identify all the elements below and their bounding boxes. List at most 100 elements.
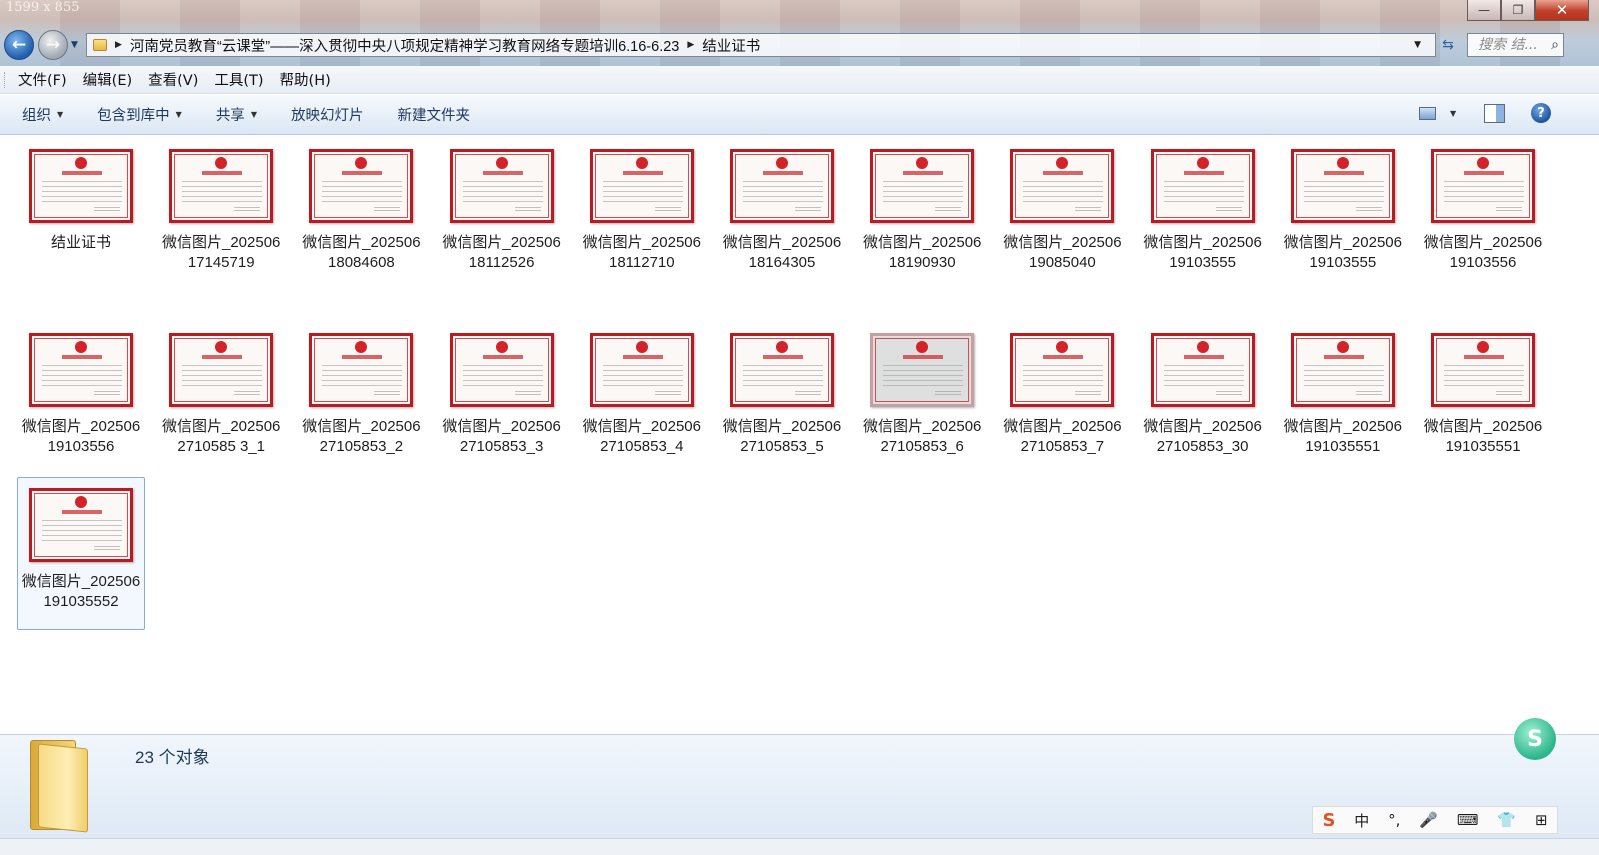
party-emblem-icon	[495, 341, 508, 353]
chevron-down-icon[interactable]: ▼	[1450, 109, 1456, 118]
breadcrumb-segment-certificates[interactable]: 结业证书	[702, 35, 760, 56]
file-item[interactable]: 微信图片_20250619085040	[998, 139, 1126, 273]
menu-view[interactable]: 查看(V)	[148, 69, 198, 90]
arrow-left-icon: ←	[11, 35, 27, 55]
punctuation-icon[interactable]: °,	[1388, 811, 1400, 829]
party-emblem-icon	[776, 341, 788, 353]
file-item[interactable]: 微信图片_20250618164305	[718, 139, 846, 273]
command-bar: 组织 ▼ 包含到库中 ▼ 共享 ▼ 放映幻灯片 新建文件夹	[0, 95, 1599, 135]
microphone-icon[interactable]: 🎤	[1419, 811, 1438, 829]
include-library-button[interactable]: 包含到库中 ▼	[97, 104, 182, 125]
assistant-logo-icon[interactable]: S	[1514, 718, 1556, 760]
file-list: 结业证书 微信图片_20250617145719 微信图片_202506180846…	[0, 136, 1599, 734]
search-input[interactable]	[1478, 37, 1544, 53]
file-name: 微信图片_202506191035551	[1423, 418, 1543, 455]
file-name: 微信图片_20250627105853_7	[1003, 418, 1122, 455]
certificate-thumbnail	[1431, 333, 1535, 407]
minimize-button[interactable]: —	[1467, 0, 1501, 21]
certificate-thumbnail	[1010, 149, 1115, 223]
view-thumbnail-icon	[1419, 107, 1436, 120]
menu-bar: 文件(F) 编辑(E) 查看(V) 工具(T) 帮助(H)	[0, 66, 1599, 94]
certificate-thumbnail	[1010, 333, 1115, 407]
breadcrumb-arrow-icon[interactable]: ▶	[115, 40, 122, 50]
file-item[interactable]: 微信图片_20250627105853_6	[858, 323, 986, 457]
party-emblem-icon	[916, 157, 929, 169]
chevron-down-icon: ▼	[175, 110, 182, 119]
share-label: 共享	[215, 108, 245, 124]
file-item[interactable]: 微信图片_20250627105853_2	[297, 323, 425, 457]
change-view-button[interactable]: ▼	[1419, 107, 1456, 120]
party-emblem-icon	[1056, 341, 1069, 353]
toolbox-grid-icon[interactable]: ⊞	[1535, 811, 1548, 829]
file-item[interactable]: 结业证书	[17, 139, 145, 253]
file-item[interactable]: 微信图片_20250619103556	[1419, 139, 1547, 273]
folder-icon	[93, 39, 107, 51]
file-item[interactable]: 微信图片_20250627105853_7	[998, 323, 1126, 457]
chevron-down-icon[interactable]: ▼	[1414, 40, 1421, 50]
file-item[interactable]: 微信图片_20250618190930	[858, 139, 986, 273]
file-item[interactable]: 微信图片_20250618112710	[578, 139, 706, 273]
preview-pane-button[interactable]	[1484, 104, 1505, 123]
file-item[interactable]: 微信图片_20250619103555	[1279, 139, 1407, 273]
slideshow-button[interactable]: 放映幻灯片	[291, 104, 364, 125]
organize-label: 组织	[22, 108, 51, 124]
party-emblem-icon	[1336, 341, 1349, 353]
party-emblem-icon	[1196, 157, 1209, 169]
certificate-thumbnail	[1150, 333, 1255, 407]
breadcrumb-segment-course[interactable]: 河南党员教育“云课堂”——深入贯彻中央八项规定精神学习教育网络专题培训6.16-…	[130, 35, 679, 56]
file-name: 微信图片_2025062710585 3_1	[161, 418, 281, 455]
file-item[interactable]: 微信图片_20250619103556	[17, 323, 145, 457]
party-emblem-icon	[75, 157, 87, 169]
skin-icon[interactable]: 👕	[1497, 811, 1516, 829]
file-item[interactable]: 微信图片_20250627105853_3	[438, 323, 566, 457]
file-item[interactable]: 微信图片_20250618084608	[297, 139, 425, 273]
share-button[interactable]: 共享 ▼	[216, 104, 257, 125]
search-box[interactable]: ⌕	[1467, 33, 1564, 57]
organize-button[interactable]: 组织 ▼	[22, 104, 63, 125]
file-item[interactable]: 微信图片_20250617145719	[157, 139, 285, 273]
refresh-button[interactable]: ⇆	[1437, 34, 1459, 56]
menu-edit[interactable]: 编辑(E)	[83, 69, 132, 90]
menu-help[interactable]: 帮助(H)	[280, 69, 331, 90]
recent-pages-dropdown[interactable]: ▼	[71, 40, 78, 50]
close-button[interactable]: ✕	[1535, 0, 1589, 21]
ime-toolbar: S 中 °, 🎤 ⌨ 👕 ⊞	[1312, 806, 1558, 834]
certificate-thumbnail	[1290, 149, 1395, 223]
file-item[interactable]: 微信图片_20250627105853_30	[1139, 323, 1267, 457]
breadcrumb-arrow-icon[interactable]: ▶	[687, 40, 694, 50]
party-emblem-icon	[355, 341, 368, 353]
certificate-thumbnail	[309, 149, 414, 223]
search-icon[interactable]: ⌕	[1551, 37, 1559, 53]
file-item[interactable]: 微信图片_202506191035551	[1419, 323, 1547, 457]
file-name: 微信图片_20250618164305	[722, 234, 842, 271]
file-item[interactable]: 微信图片_2025062710585 3_1	[157, 323, 285, 457]
back-button[interactable]: ←	[4, 30, 34, 60]
certificate-thumbnail	[589, 333, 694, 407]
file-item[interactable]: 微信图片_20250627105853_4	[578, 323, 706, 457]
forward-button[interactable]: →	[38, 30, 68, 60]
file-name: 微信图片_20250627105853_3	[442, 418, 561, 455]
certificate-thumbnail	[730, 333, 834, 407]
certificate-thumbnail	[1150, 149, 1255, 223]
file-name: 结业证书	[50, 234, 111, 251]
file-name: 微信图片_20250619103556	[1423, 234, 1543, 271]
menu-tools[interactable]: 工具(T)	[214, 69, 263, 90]
file-item[interactable]: 微信图片_20250618112526	[438, 139, 566, 273]
address-bar[interactable]: ▶ 河南党员教育“云课堂”——深入贯彻中央八项规定精神学习教育网络专题培训6.1…	[86, 33, 1436, 57]
file-name: 微信图片_20250627105853_30	[1143, 418, 1262, 455]
file-item[interactable]: 微信图片_202506191035551	[1279, 323, 1407, 457]
sogou-logo-icon[interactable]: S	[1322, 810, 1335, 831]
help-button[interactable]: ?	[1531, 103, 1551, 123]
file-item[interactable]: 微信图片_20250627105853_5	[718, 323, 846, 457]
file-item[interactable]: 微信图片_20250619103555	[1139, 139, 1267, 273]
certificate-thumbnail	[870, 333, 975, 407]
ime-mode-toggle[interactable]: 中	[1354, 810, 1369, 831]
new-folder-button[interactable]: 新建文件夹	[397, 104, 470, 125]
maximize-button[interactable]: ❐	[1501, 0, 1535, 21]
party-emblem-icon	[1477, 341, 1489, 353]
menu-file[interactable]: 文件(F)	[18, 69, 67, 90]
keyboard-icon[interactable]: ⌨	[1457, 811, 1479, 829]
chevron-down-icon: ▼	[250, 110, 257, 119]
certificate-thumbnail	[589, 149, 694, 223]
file-item[interactable]: 微信图片_202506191035552	[17, 477, 145, 630]
